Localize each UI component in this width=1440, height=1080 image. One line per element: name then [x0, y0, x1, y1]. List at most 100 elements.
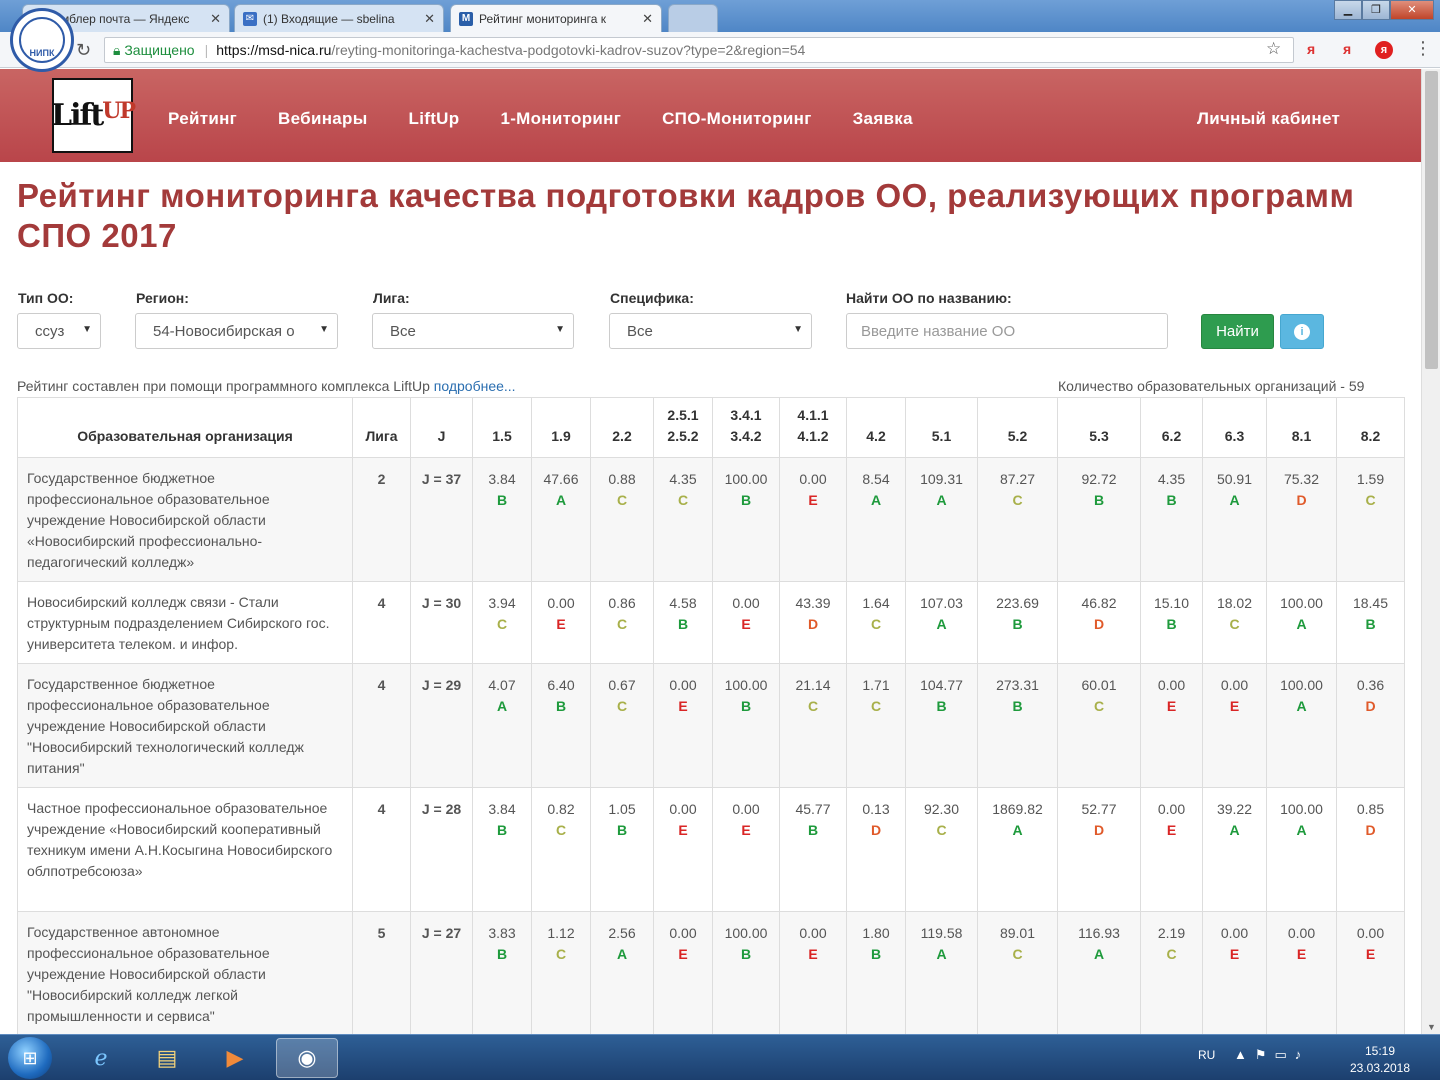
scroll-down-arrow-icon[interactable]: ▼ — [1427, 1022, 1436, 1032]
minimize-icon[interactable]: ▁ — [1334, 0, 1362, 20]
folder-icon[interactable]: ▤ — [136, 1038, 198, 1078]
nav-personal-cabinet[interactable]: Личный кабинет — [1197, 109, 1340, 129]
indicator-grade: B — [496, 822, 508, 838]
restore-icon[interactable]: ❐ — [1362, 0, 1390, 20]
search-input[interactable]: Введите название ОО — [846, 313, 1168, 349]
indicator-cell: 1.59 C — [1336, 457, 1405, 582]
league-cell: 2 — [352, 457, 411, 582]
internet-explorer-icon[interactable]: ℯ — [70, 1038, 132, 1078]
reload-icon[interactable]: ↻ — [76, 40, 91, 61]
indicator-cell: 2.56 A — [590, 911, 654, 1036]
more-link[interactable]: подробнее... — [434, 378, 516, 394]
close-icon[interactable]: ✕ — [642, 11, 653, 27]
new-tab-button[interactable] — [668, 4, 718, 32]
league-cell: 4 — [352, 663, 411, 788]
indicator-value: 1.59 — [1356, 471, 1385, 487]
media-player-icon[interactable]: ▶ — [204, 1038, 266, 1078]
yandex-browser-icon[interactable]: я — [1375, 41, 1393, 59]
indicator-value: 43.39 — [795, 595, 831, 611]
nav-liftup[interactable]: LiftUp — [409, 109, 460, 129]
indicator-cell: 45.77 B — [779, 787, 847, 912]
bookmark-star-icon[interactable]: ☆ — [1266, 39, 1281, 59]
indicator-grade: A — [555, 492, 567, 508]
indicator-cell: 60.01 C — [1057, 663, 1141, 788]
column-header-line2: 1.9 — [551, 428, 571, 444]
indicator-value: 107.03 — [920, 595, 963, 611]
nav-application[interactable]: Заявка — [853, 109, 913, 129]
liftup-logo[interactable]: LiftUP — [51, 78, 136, 153]
url-input[interactable]: 🔒︎ Защищено | https://msd-nica.ru/reyting-… — [104, 37, 1294, 63]
org-name-cell[interactable]: Новосибирский колледж связи - Стали стру… — [17, 581, 353, 664]
browser-menu-icon[interactable]: ⋮ — [1414, 38, 1432, 59]
indicator-value: 0.00 — [1356, 925, 1385, 941]
indicator-cell: 223.69 B — [977, 581, 1058, 664]
indicator-cell: 92.30 C — [905, 787, 978, 912]
yandex-extension-icon[interactable]: я — [1307, 41, 1315, 57]
caret-down-icon: ▼ — [319, 324, 329, 335]
nav-rating[interactable]: Рейтинг — [168, 109, 237, 129]
find-button[interactable]: Найти — [1201, 314, 1274, 349]
league-select[interactable]: Все ▼ — [372, 313, 574, 349]
nav-1-monitoring[interactable]: 1-Мониторинг — [500, 109, 621, 129]
indicator-value: 1.64 — [862, 595, 890, 611]
yandex-extension-icon[interactable]: я — [1343, 41, 1351, 57]
chrome-icon[interactable]: ◉ — [276, 1038, 338, 1078]
column-header-line1: 3.4.1 — [730, 407, 762, 423]
indicator-grade: D — [870, 822, 882, 838]
indicator-value: 0.00 — [732, 595, 760, 611]
window-close-icon[interactable]: ✕ — [1390, 0, 1434, 20]
column-header-line2: 5.1 — [931, 428, 952, 444]
indicator-value: 1.12 — [547, 925, 575, 941]
nav-spo-monitoring[interactable]: СПО-Мониторинг — [662, 109, 812, 129]
column-header: 5.1 — [905, 397, 978, 458]
indicator-value: 0.36 — [1356, 677, 1385, 693]
indicator-value: 109.31 — [920, 471, 963, 487]
column-header-line2: 8.2 — [1360, 428, 1381, 444]
indicator-grade: E — [1229, 946, 1240, 962]
indicator-value: 0.00 — [1157, 801, 1186, 817]
org-name-cell[interactable]: Государственное бюджетное профессиональн… — [17, 457, 353, 582]
column-header: 6.3 — [1202, 397, 1267, 458]
indicator-cell: 3.84 B — [472, 457, 532, 582]
indicator-value: 100.00 — [1280, 677, 1323, 693]
spec-select[interactable]: Все ▼ — [609, 313, 812, 349]
page-scrollbar[interactable]: ▼ — [1421, 69, 1440, 1034]
indicator-cell: 0.86 C — [590, 581, 654, 664]
type-select[interactable]: ссуз ▼ — [17, 313, 101, 349]
nav-webinars[interactable]: Вебинары — [278, 109, 367, 129]
info-button[interactable]: i — [1280, 314, 1324, 349]
indicator-grade: C — [1093, 698, 1105, 714]
region-select[interactable]: 54-Новосибирская о ▼ — [135, 313, 338, 349]
org-name-cell[interactable]: Государственное бюджетное профессиональн… — [17, 663, 353, 788]
org-name-cell[interactable]: Государственное автономное профессиональ… — [17, 911, 353, 1036]
indicator-grade: E — [1296, 946, 1307, 962]
indicator-grade: B — [740, 946, 752, 962]
indicator-grade: E — [678, 698, 688, 714]
org-name-cell[interactable]: Частное профессиональное образовательное… — [17, 787, 353, 912]
browser-tab-rating[interactable]: M Рейтинг мониторинга к ✕ — [450, 4, 662, 32]
close-icon[interactable]: ✕ — [210, 11, 221, 27]
indicator-cell: 0.67 C — [590, 663, 654, 788]
indicator-value: 100.00 — [1280, 801, 1323, 817]
system-tray-icons[interactable]: ▲⚑▭♪ — [1234, 1047, 1309, 1063]
indicator-grade: B — [1012, 616, 1023, 632]
column-header-line1: 2.5.1 — [667, 407, 699, 423]
indicator-grade: A — [1296, 822, 1307, 838]
spec-select-value: Все — [627, 323, 653, 340]
column-header-line1: 4.1.1 — [797, 407, 829, 423]
language-indicator[interactable]: RU — [1198, 1048, 1215, 1062]
taskbar-clock[interactable]: 15:19 23.03.2018 — [1340, 1043, 1420, 1077]
browser-tab-inbox[interactable]: ✉ (1) Входящие — sbelina ✕ — [234, 4, 444, 32]
close-icon[interactable]: ✕ — [424, 11, 435, 27]
indicator-grade: A — [936, 492, 947, 508]
scrollbar-thumb[interactable] — [1425, 71, 1438, 369]
indicator-value: 3.83 — [488, 925, 516, 941]
indicator-cell: 0.00 E — [653, 787, 713, 912]
windows-start-icon[interactable]: ⊞ — [8, 1037, 52, 1079]
indicator-cell: 8.54 A — [846, 457, 906, 582]
indicator-cell: 0.00 E — [712, 581, 780, 664]
indicator-cell: 0.00 E — [1140, 787, 1203, 912]
indicator-cell: 0.00 E — [1202, 663, 1267, 788]
url-path: /reyting-monitoringa-kachestva-podgotovk… — [331, 42, 806, 58]
column-header-line2: 8.1 — [1291, 428, 1312, 444]
